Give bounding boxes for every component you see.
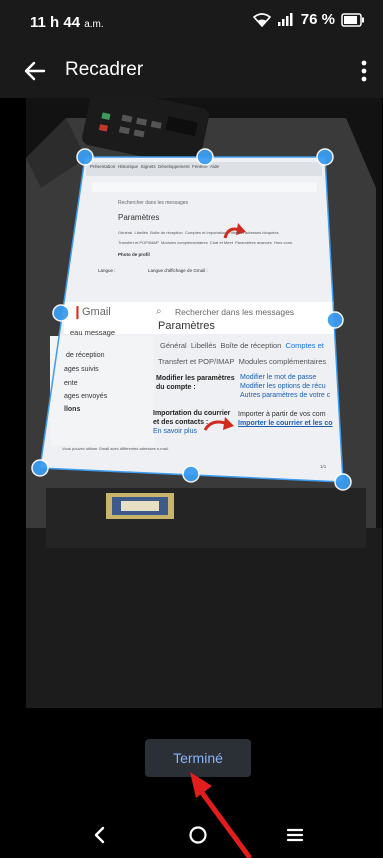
nav-back-icon[interactable] (85, 820, 115, 850)
nav-home-icon[interactable] (183, 820, 213, 850)
nav-recents-icon[interactable] (280, 820, 310, 850)
annotation-arrow-icon (190, 772, 253, 858)
